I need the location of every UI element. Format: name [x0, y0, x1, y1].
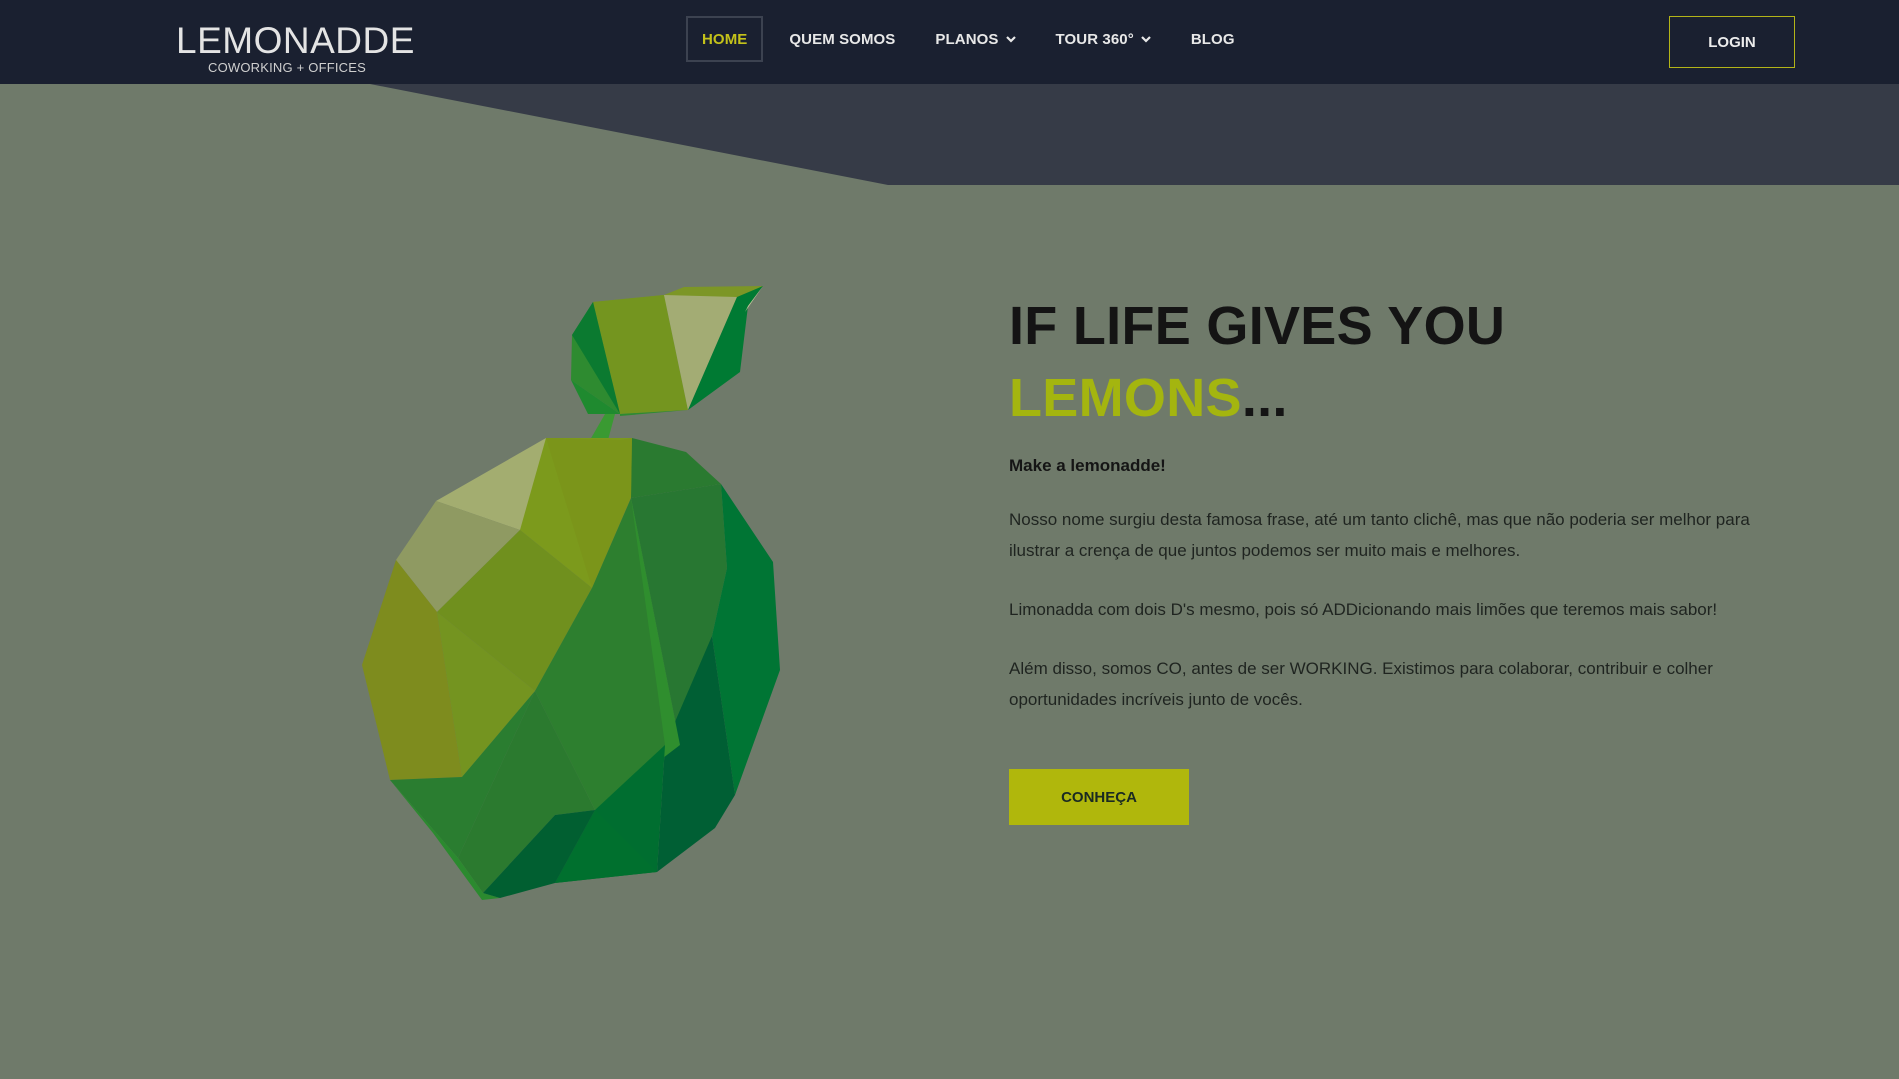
nav-item-blog[interactable]: BLOG [1177, 16, 1249, 62]
hero-title-highlight: LEMONS [1009, 368, 1242, 428]
nav-label: PLANOS [935, 30, 999, 48]
header-slant-shape [370, 84, 1899, 185]
main-nav: HOME QUEM SOMOS PLANOS TOUR 360° BLOG [686, 16, 1249, 62]
low-poly-lime-icon [362, 286, 780, 900]
nav-item-planos[interactable]: PLANOS [921, 16, 1029, 62]
page: LEMONADDE COWORKING + OFFICES HOME QUEM … [0, 0, 1899, 1079]
hero-title-suffix: ... [1241, 368, 1288, 428]
conheca-button[interactable]: CONHEÇA [1009, 769, 1189, 825]
nav-item-quem-somos[interactable]: QUEM SOMOS [775, 16, 909, 62]
logo-wordmark: LEMONADDE [176, 20, 415, 61]
site-header: LEMONADDE COWORKING + OFFICES HOME QUEM … [0, 0, 1899, 84]
hero-title-line1: IF LIFE GIVES YOU [1009, 296, 1506, 356]
hero-title: IF LIFE GIVES YOU LEMONS... [1009, 290, 1769, 434]
hero-content: IF LIFE GIVES YOU LEMONS... Make a lemon… [1009, 290, 1769, 825]
nav-label: TOUR 360° [1055, 30, 1134, 48]
nav-label: HOME [702, 30, 748, 48]
nav-item-home[interactable]: HOME [686, 16, 764, 62]
login-button[interactable]: LOGIN [1669, 16, 1795, 68]
nav-item-tour-360[interactable]: TOUR 360° [1042, 16, 1165, 62]
nav-label: BLOG [1190, 30, 1235, 48]
chevron-down-icon [1141, 35, 1151, 43]
hero-subheading: Make a lemonadde! [1009, 456, 1166, 475]
chevron-down-icon [1005, 35, 1016, 43]
hero-paragraph-2: Limonadda com dois D's mesmo, pois só AD… [1009, 600, 1718, 619]
logo-tagline: COWORKING + OFFICES [207, 60, 366, 75]
hero-paragraph-3: Além disso, somos CO, antes de ser WORKI… [1009, 659, 1713, 709]
hero-paragraph-1: Nosso nome surgiu desta famosa frase, at… [1009, 510, 1750, 560]
logo[interactable]: LEMONADDE COWORKING + OFFICES [176, 20, 415, 75]
nav-label: QUEM SOMOS [789, 30, 896, 48]
